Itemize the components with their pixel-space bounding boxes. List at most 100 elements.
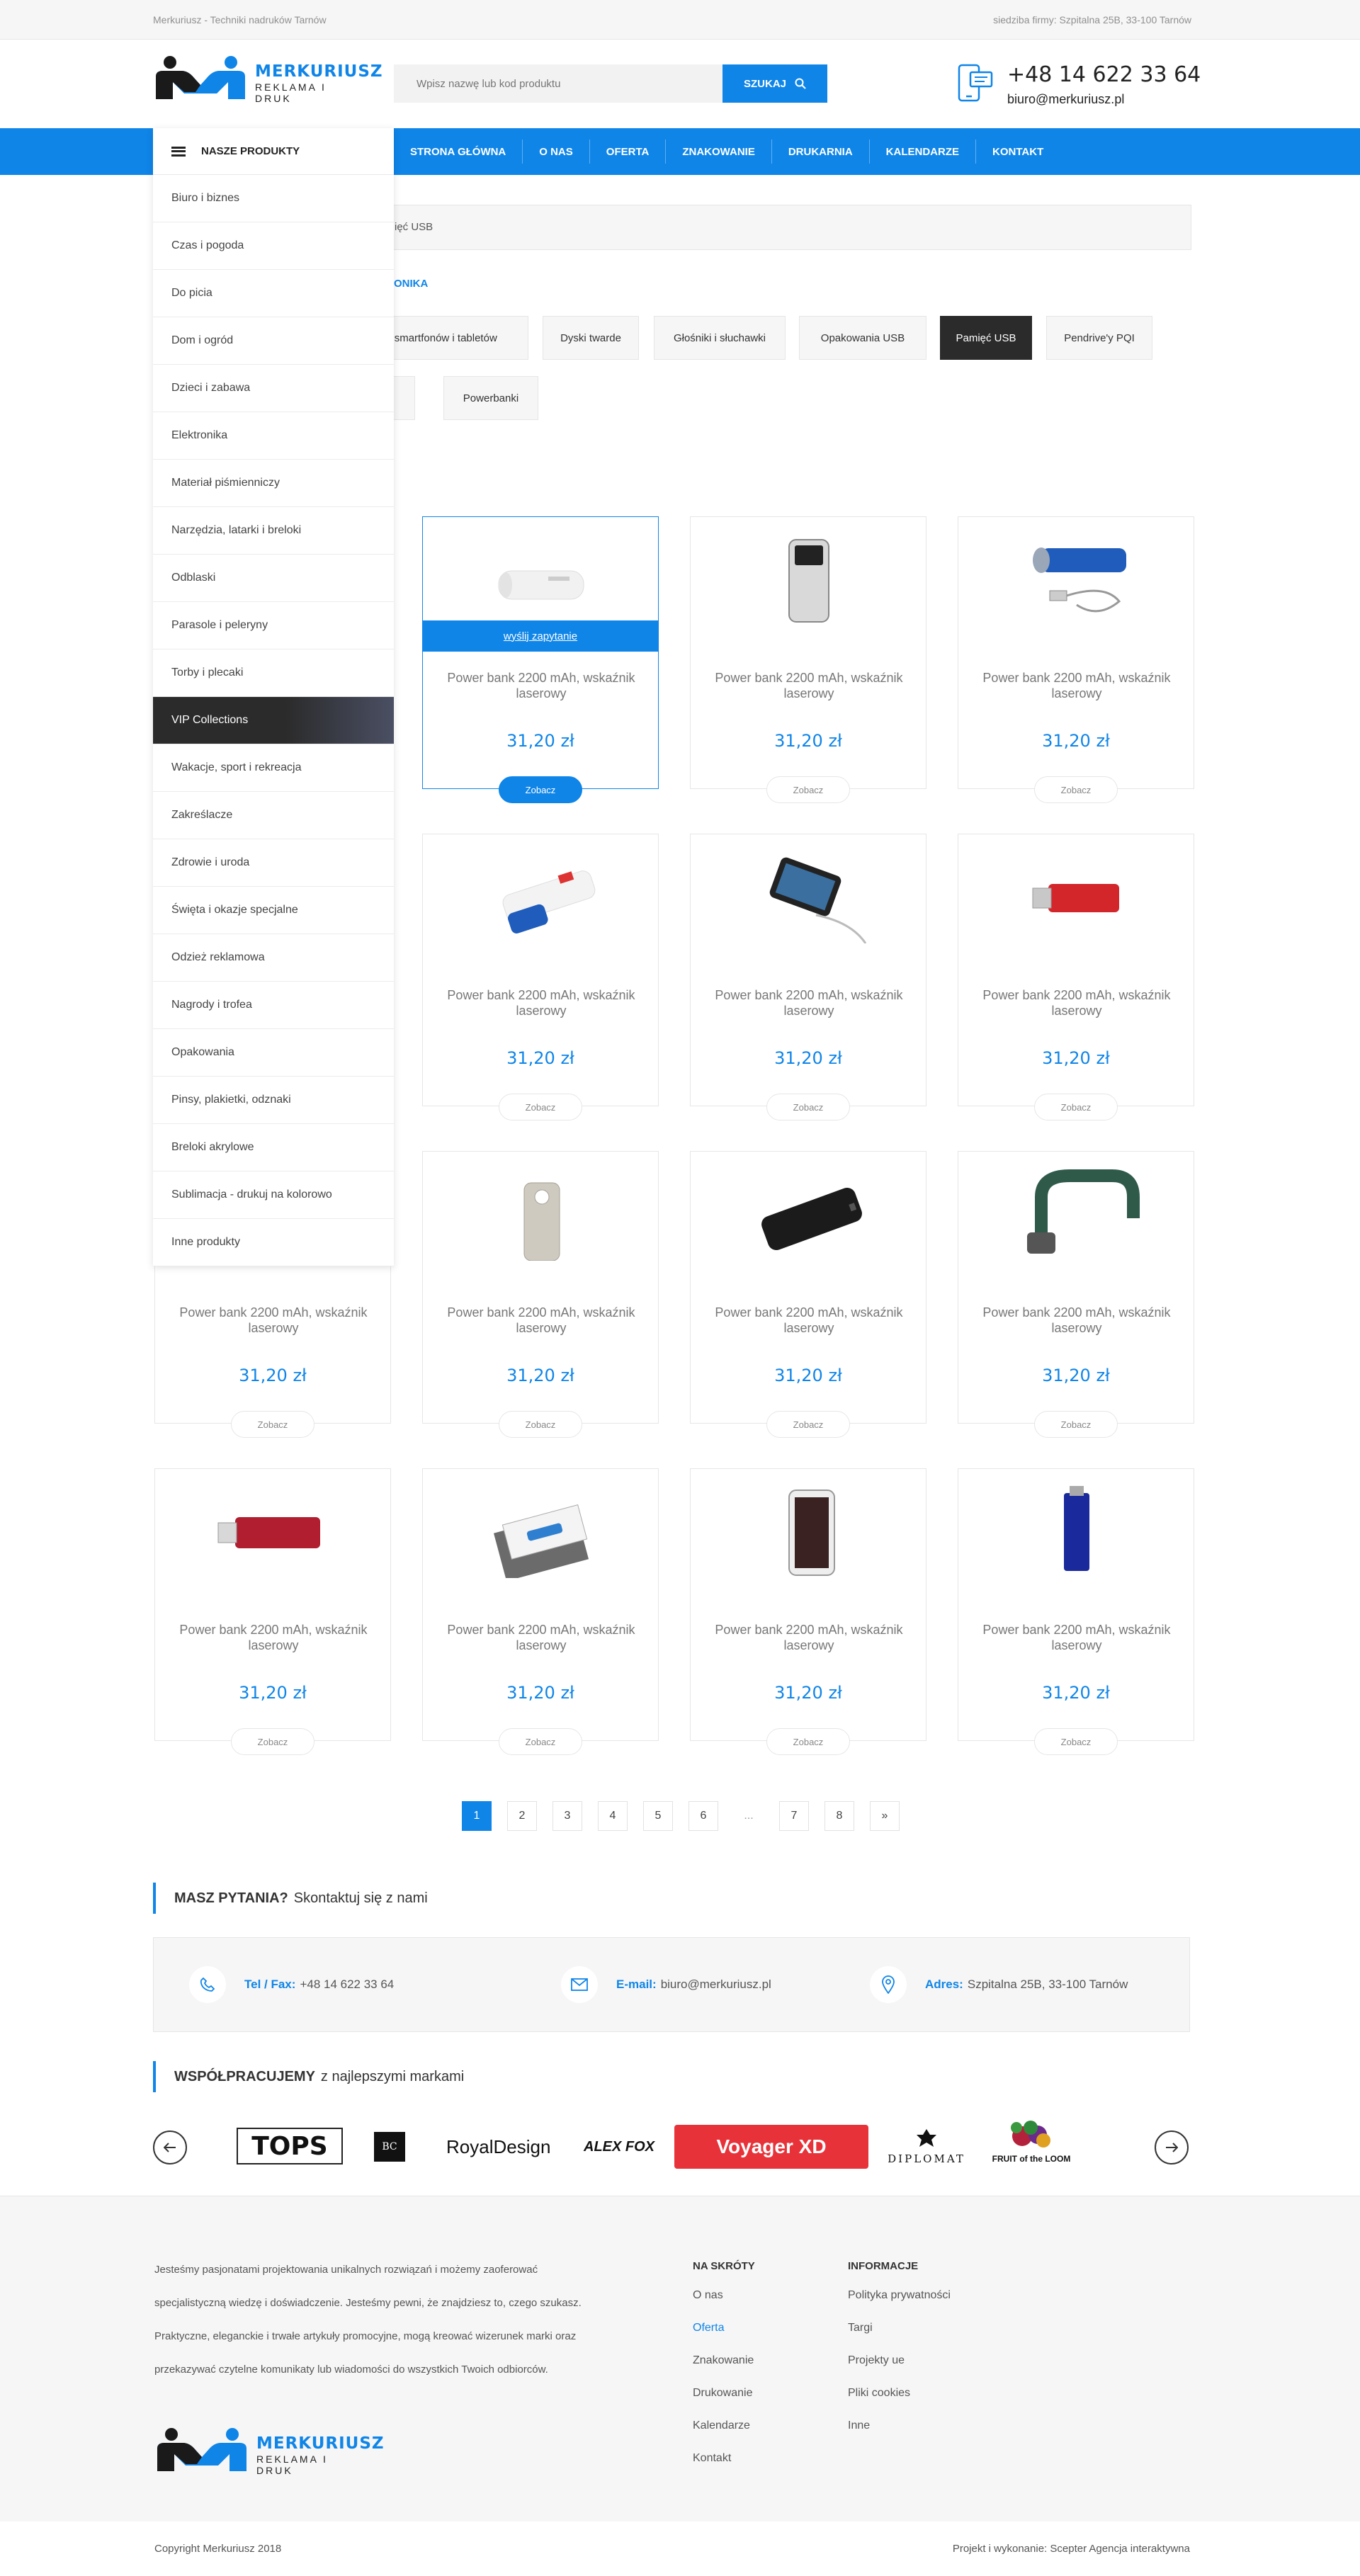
- view-product-button[interactable]: Zobacz: [766, 1728, 850, 1755]
- sidebar-item[interactable]: Opakowania: [153, 1029, 394, 1077]
- footer-link[interactable]: Kalendarze: [693, 2419, 755, 2452]
- header-phone[interactable]: +48 14 622 33 64: [1007, 62, 1201, 87]
- nav-item-6[interactable]: KONTAKT: [976, 140, 1060, 164]
- pagination-page[interactable]: 8: [824, 1801, 854, 1831]
- view-product-button[interactable]: Zobacz: [1034, 1094, 1118, 1120]
- view-product-button[interactable]: Zobacz: [499, 1728, 582, 1755]
- filter-chip[interactable]: Dyski twarde: [543, 316, 639, 360]
- sidebar-item[interactable]: Wakacje, sport i rekreacja: [153, 744, 394, 792]
- sidebar-item[interactable]: Zdrowie i uroda: [153, 839, 394, 887]
- filter-chip[interactable]: Głośniki i słuchawki: [654, 316, 786, 360]
- nav-item-5[interactable]: KALENDARZE: [870, 140, 977, 164]
- view-product-button[interactable]: Zobacz: [231, 1728, 314, 1755]
- footer-link[interactable]: Drukowanie: [693, 2387, 755, 2419]
- filter-chip[interactable]: Pendrive'y PQI: [1046, 316, 1152, 360]
- footer-link[interactable]: Oferta: [693, 2322, 755, 2354]
- pagination-page[interactable]: 6: [688, 1801, 718, 1831]
- sidebar-item[interactable]: Nagrody i trofea: [153, 982, 394, 1029]
- nav-item-0[interactable]: STRONA GŁÓWNA: [394, 140, 523, 164]
- sidebar-item[interactable]: Biuro i biznes: [153, 175, 394, 222]
- sidebar-item[interactable]: Torby i plecaki: [153, 649, 394, 697]
- product-card[interactable]: Power bank 2200 mAh, wskaźnik laserowy 31…: [958, 1151, 1194, 1438]
- footer-logo[interactable]: MERKURIUSZ REKLAMA I DRUK: [154, 2427, 384, 2477]
- sidebar-item[interactable]: Breloki akrylowe: [153, 1124, 394, 1171]
- view-product-button[interactable]: Zobacz: [1034, 1728, 1118, 1755]
- product-card[interactable]: Power bank 2200 mAh, wskaźnik laserowy 31…: [154, 1468, 391, 1755]
- breadcrumb-current[interactable]: ięć USB: [395, 221, 433, 233]
- sidebar-item[interactable]: Dom i ogród: [153, 317, 394, 365]
- sidebar-header[interactable]: NASZE PRODUKTY: [153, 128, 394, 175]
- pagination-page[interactable]: 3: [552, 1801, 582, 1831]
- view-product-button[interactable]: Zobacz: [1034, 1411, 1118, 1438]
- product-image[interactable]: [745, 1486, 873, 1578]
- product-image[interactable]: [1013, 534, 1140, 626]
- sidebar-item[interactable]: Pinsy, plakietki, odznaki: [153, 1077, 394, 1124]
- product-image[interactable]: [1013, 1486, 1140, 1578]
- product-image[interactable]: [745, 534, 873, 626]
- contact-phone[interactable]: Tel / Fax: +48 14 622 33 64: [189, 1966, 394, 2003]
- product-card[interactable]: Power bank 2200 mAh, wskaźnik laserowy 31…: [958, 1468, 1194, 1755]
- nav-item-4[interactable]: DRUKARNIA: [772, 140, 870, 164]
- product-card[interactable]: Power bank 2200 mAh, wskaźnik laserowy 31…: [958, 834, 1194, 1120]
- sidebar-item[interactable]: Elektronika: [153, 412, 394, 460]
- sidebar-item[interactable]: Sublimacja - drukuj na kolorowo: [153, 1171, 394, 1219]
- footer-link[interactable]: Polityka prywatności: [848, 2289, 951, 2322]
- footer-link[interactable]: Znakowanie: [693, 2354, 755, 2387]
- filter-chip[interactable]: Opakowania USB: [799, 316, 926, 360]
- nav-item-1[interactable]: O NAS: [523, 140, 590, 164]
- sidebar-item[interactable]: VIP Collections: [153, 697, 394, 744]
- sidebar-item[interactable]: Święta i okazje specjalne: [153, 887, 394, 934]
- product-card[interactable]: Power bank 2200 mAh, wskaźnik laserowy 31…: [422, 1468, 659, 1755]
- filter-chip[interactable]: Pamięć USB: [940, 316, 1032, 360]
- product-image[interactable]: [745, 1169, 873, 1261]
- footer-link[interactable]: Inne: [848, 2419, 951, 2452]
- view-product-button[interactable]: Zobacz: [766, 1411, 850, 1438]
- search-input[interactable]: [394, 64, 722, 103]
- product-card[interactable]: Power bank 2200 mAh, wskaźnik laserowy 31…: [690, 516, 926, 803]
- carousel-next-button[interactable]: [1155, 2130, 1189, 2164]
- footer-link[interactable]: Projekty ue: [848, 2354, 951, 2387]
- footer-link[interactable]: Targi: [848, 2322, 951, 2354]
- product-image[interactable]: [477, 1486, 605, 1582]
- view-product-button[interactable]: Zobacz: [766, 776, 850, 803]
- sidebar-item[interactable]: Inne produkty: [153, 1219, 394, 1266]
- product-card[interactable]: Power bank 2200 mAh, wskaźnik laserowy 31…: [690, 1151, 926, 1438]
- contact-email[interactable]: E-mail: biuro@merkuriusz.pl: [561, 1966, 771, 2003]
- product-image[interactable]: [1013, 851, 1140, 943]
- view-product-button[interactable]: Zobacz: [1034, 776, 1118, 803]
- product-image[interactable]: [477, 1169, 605, 1261]
- product-card[interactable]: Power bank 2200 mAh, wskaźnik laserowy 31…: [690, 1468, 926, 1755]
- view-product-button[interactable]: Zobacz: [499, 1094, 582, 1120]
- pagination-page[interactable]: 1: [462, 1801, 492, 1831]
- product-card[interactable]: wyślij zapytanie Power bank 2200 mAh, wsk…: [422, 516, 659, 803]
- filter-chip[interactable]: Powerbanki: [443, 376, 538, 420]
- pagination-page[interactable]: 7: [779, 1801, 809, 1831]
- nav-item-3[interactable]: ZNAKOWANIE: [666, 140, 772, 164]
- pagination-page[interactable]: 4: [598, 1801, 628, 1831]
- sidebar-item[interactable]: Dzieci i zabawa: [153, 365, 394, 412]
- credits[interactable]: Projekt i wykonanie: Scepter Agencja int…: [953, 2543, 1190, 2555]
- pagination-page[interactable]: 2: [507, 1801, 537, 1831]
- product-image[interactable]: [745, 851, 873, 944]
- product-card[interactable]: Power bank 2200 mAh, wskaźnik laserowy 31…: [422, 834, 659, 1120]
- pagination-next-button[interactable]: »: [870, 1801, 900, 1831]
- sidebar-item[interactable]: Narzędzia, latarki i breloki: [153, 507, 394, 555]
- product-image[interactable]: [477, 851, 605, 943]
- sidebar-item[interactable]: Odzież reklamowa: [153, 934, 394, 982]
- view-product-button[interactable]: Zobacz: [499, 776, 582, 803]
- sidebar-item[interactable]: Parasole i peleryny: [153, 602, 394, 649]
- sidebar-item[interactable]: Do picia: [153, 270, 394, 317]
- inquiry-button[interactable]: wyślij zapytanie: [423, 620, 658, 652]
- product-card[interactable]: Power bank 2200 mAh, wskaźnik laserowy 31…: [958, 516, 1194, 803]
- pagination-page[interactable]: 5: [643, 1801, 673, 1831]
- footer-link[interactable]: O nas: [693, 2289, 755, 2322]
- footer-link[interactable]: Pliki cookies: [848, 2387, 951, 2419]
- view-product-button[interactable]: Zobacz: [766, 1094, 850, 1120]
- view-product-button[interactable]: Zobacz: [231, 1411, 314, 1438]
- sidebar-item[interactable]: Zakreślacze: [153, 792, 394, 839]
- sidebar-item[interactable]: Czas i pogoda: [153, 222, 394, 270]
- sidebar-item[interactable]: Odblaski: [153, 555, 394, 602]
- product-image[interactable]: [477, 534, 605, 626]
- search-button[interactable]: SZUKAJ: [722, 64, 827, 103]
- header-email[interactable]: biuro@merkuriusz.pl: [1007, 92, 1124, 107]
